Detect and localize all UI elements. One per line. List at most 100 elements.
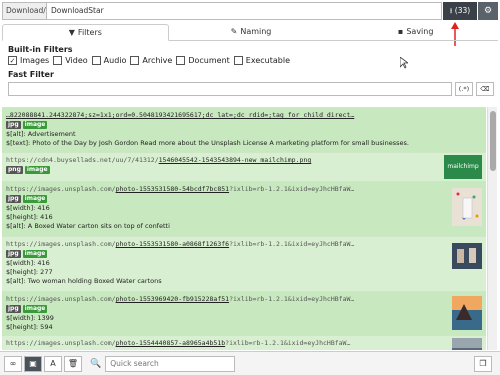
image-icon: ▣	[29, 358, 37, 368]
item-property: $[width]: 1399	[6, 314, 54, 322]
download-prefix: Download/	[2, 2, 46, 20]
bottom-toolbar: ∞ ▣ A 🗑 🔍 ❐	[0, 351, 500, 375]
item-url-file: photo-1553531580-a0868f1263f6	[115, 240, 230, 248]
quick-search-input[interactable]	[105, 355, 236, 372]
edit-icon: ✎	[230, 27, 238, 36]
tag-badge: png	[6, 166, 23, 174]
list-item[interactable]: https://images.unsplash.com/photo-155444…	[2, 336, 486, 350]
list-item[interactable]: https://images.unsplash.com/photo-155396…	[2, 292, 486, 336]
item-thumbnail: mailchimp	[444, 155, 482, 179]
item-url: …822088841.244322874;sz=1x1;ord=0.504819…	[6, 110, 426, 120]
tab-saving[interactable]: ▪ Saving	[333, 24, 498, 40]
checkbox-label: Document	[188, 56, 230, 65]
tab-filters[interactable]: ▼ Filters	[2, 24, 169, 41]
list-item[interactable]: https://images.unsplash.com/photo-155353…	[2, 182, 486, 237]
item-url-query: ?ixlib=rb-1.2.1&ixid=eyJhcHBfaW…	[229, 185, 355, 193]
item-url-prefix: https://cdn4.buysellads.net/uu/7/41312/	[6, 156, 159, 164]
tag-badge: image	[22, 121, 48, 129]
download-list: …822088841.244322874;sz=1x1;ord=0.504819…	[2, 107, 486, 350]
item-property: $[height]: 594	[6, 323, 53, 331]
checkbox-label: Executable	[245, 56, 290, 65]
item-url-query: ?ixlib=rb-1.2.1&ixid=eyJhcHBfaW…	[225, 339, 351, 347]
tab-naming[interactable]: ✎ Naming	[169, 24, 334, 40]
builtin-filters-title: Built-in Filters	[8, 45, 73, 54]
item-tags: jpg image	[6, 250, 482, 258]
tab-saving-label: Saving	[406, 27, 434, 36]
download-button[interactable]: ⭳ (33)	[443, 2, 477, 20]
item-thumbnail	[452, 296, 482, 330]
list-scrollbar[interactable]	[487, 107, 497, 350]
item-property: $[alt]: Two woman holding Boxed Water ca…	[6, 277, 162, 285]
item-url-file: photo-1554440857-a8965a4b51b	[115, 339, 226, 347]
item-property: $[alt]: A Boxed Water carton sits on top…	[6, 222, 170, 230]
item-tags: jpg image	[6, 195, 482, 203]
filter-audio-checkbox[interactable]: Audio	[91, 56, 127, 65]
checkbox-label: Audio	[103, 56, 127, 65]
item-property: $[width]: 416	[6, 259, 50, 267]
filter-images-checkbox[interactable]: ✓ Images	[8, 56, 49, 65]
links-toggle-button[interactable]: ∞	[4, 355, 22, 372]
checkbox-label: Images	[20, 56, 50, 65]
tag-badge: jpg	[6, 121, 21, 129]
list-item[interactable]: …822088841.244322874;sz=1x1;ord=0.504819…	[2, 108, 486, 153]
clear-list-button[interactable]: 🗑	[64, 355, 82, 372]
text-icon: A	[50, 358, 56, 368]
item-url-prefix: https://images.unsplash.com/	[6, 339, 116, 347]
item-url-prefix: https://images.unsplash.com/	[6, 240, 116, 248]
list-item[interactable]: https://cdn4.buysellads.net/uu/7/41312/1…	[2, 153, 486, 182]
item-tags: jpg image	[6, 305, 482, 313]
item-url-file: photo-1553531580-54bcdf7bc851	[115, 185, 230, 193]
item-url-prefix: https://images.unsplash.com/	[6, 295, 116, 303]
search-icon: 🔍	[90, 358, 102, 369]
item-url-text: …822088841.244322874;sz=1x1;ord=0.504819…	[6, 111, 355, 119]
tag-badge: jpg	[6, 195, 21, 203]
item-url: https://images.unsplash.com/photo-155444…	[6, 338, 426, 348]
checkbox-box[interactable]: ✓	[8, 56, 17, 65]
mailchimp-logo: mailchimp	[447, 163, 479, 170]
item-url: https://images.unsplash.com/photo-155353…	[6, 184, 426, 194]
fast-filter-title: Fast Filter	[8, 70, 54, 79]
item-property: $[text]: Photo of the Day by Josh Gordon…	[6, 139, 409, 147]
tag-badge: image	[22, 250, 48, 258]
gear-icon: ⚙	[483, 6, 493, 16]
item-tags: png image	[6, 166, 482, 174]
item-property: $[height]: 416	[6, 213, 53, 221]
checkbox-box[interactable]	[130, 56, 140, 65]
item-property: $[height]: 277	[6, 268, 53, 276]
item-property: $[alt]: Advertisement	[6, 130, 76, 138]
checkbox-box[interactable]	[176, 56, 186, 65]
images-toggle-button[interactable]: ▣	[24, 355, 42, 372]
filter-document-checkbox[interactable]: Document	[176, 56, 230, 65]
folder-input[interactable]: DownloadStar	[46, 2, 442, 20]
item-thumbnail	[452, 188, 482, 226]
item-property: $[width]: 416	[6, 204, 50, 212]
item-url: https://cdn4.buysellads.net/uu/7/41312/1…	[6, 155, 426, 165]
scrollbar-thumb[interactable]	[490, 111, 496, 171]
tag-badge: image	[24, 166, 50, 174]
mouse-cursor-icon	[400, 57, 408, 69]
regex-button[interactable]: (.*)	[455, 82, 473, 96]
filter-executable-checkbox[interactable]: Executable	[233, 56, 290, 65]
clear-filter-button[interactable]: ⌫	[476, 82, 494, 96]
settings-button[interactable]: ⚙	[478, 2, 498, 20]
text-toggle-button[interactable]: A	[44, 355, 62, 372]
link-icon: ∞	[9, 358, 17, 368]
checkbox-box[interactable]	[233, 56, 243, 65]
item-url-query: ?ixlib=rb-1.2.1&ixid=eyJhcHBfaW…	[229, 295, 355, 303]
fast-filter-input[interactable]	[8, 82, 452, 96]
checkbox-box[interactable]	[91, 56, 101, 65]
checkbox-label: Archive	[142, 56, 173, 65]
item-thumbnail	[452, 243, 482, 269]
tag-badge: image	[22, 195, 48, 203]
download-count: (33)	[454, 6, 471, 15]
filter-video-checkbox[interactable]: Video	[53, 56, 88, 65]
copy-button[interactable]: ❐	[474, 356, 492, 372]
tab-bar: ▼ Filters ✎ Naming ▪ Saving	[2, 24, 498, 41]
list-item[interactable]: https://images.unsplash.com/photo-155353…	[2, 237, 486, 292]
filter-archive-checkbox[interactable]: Archive	[130, 56, 172, 65]
checkbox-box[interactable]	[53, 56, 63, 65]
item-thumbnail	[452, 338, 482, 350]
item-url-file: 1546045542-1543543894-new_mailchimp.png	[158, 156, 312, 164]
tag-badge: image	[22, 305, 48, 313]
tab-naming-label: Naming	[240, 27, 272, 36]
